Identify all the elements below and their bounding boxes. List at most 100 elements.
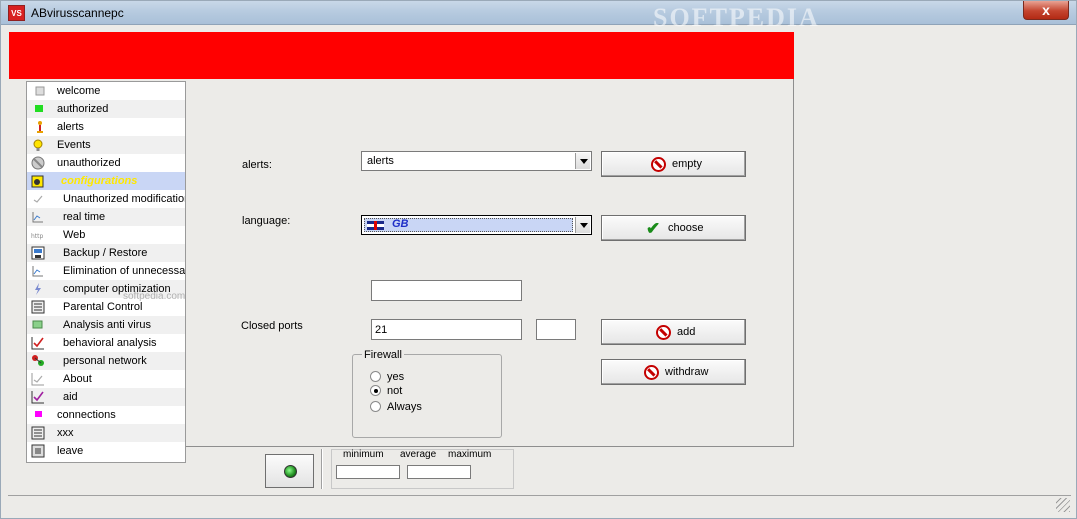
sidebar-item-label: alerts: [57, 121, 84, 133]
sidebar-item-label: personal network: [63, 355, 147, 367]
average-field[interactable]: [407, 465, 471, 479]
sidebar-item-label: welcome: [57, 85, 101, 97]
add-button-label: add: [677, 326, 696, 338]
http-icon: http: [31, 233, 44, 240]
close-button[interactable]: x: [1023, 1, 1069, 20]
alerts-label: alerts:: [242, 159, 272, 171]
no-entry-icon: [651, 157, 666, 172]
sidebar-item-personal-network[interactable]: personal network: [27, 352, 185, 370]
maximum-label: maximum: [448, 449, 492, 460]
closed-ports-value: 21: [375, 324, 388, 336]
app-window: VS ABvirusscannepc SOFTPEDIA x welcome a…: [0, 0, 1077, 519]
no-entry-icon: [656, 325, 671, 340]
sidebar-item-label: unauthorized: [57, 157, 121, 169]
sidebar-item-label: Parental Control: [63, 301, 143, 313]
firewall-radio-yes[interactable]: [370, 371, 381, 382]
sidebar-item-behavioral-analysis[interactable]: behavioral analysis: [27, 334, 185, 352]
sidebar-item-web[interactable]: http Web: [27, 226, 185, 244]
sidebar-item-label: Elimination of unnecessary: [63, 265, 186, 277]
chart-icon: [32, 266, 43, 277]
sidebar-item-unauthorized[interactable]: unauthorized: [27, 154, 185, 172]
language-select[interactable]: GB: [361, 215, 592, 235]
firewall-option-label: Always: [387, 401, 422, 413]
firewall-title: Firewall: [362, 349, 404, 361]
closed-ports-field[interactable]: 21: [371, 319, 522, 340]
sidebar-item-aid[interactable]: aid: [27, 388, 185, 406]
header-banner: [9, 32, 794, 79]
empty-button[interactable]: empty: [601, 151, 746, 177]
no-entry-icon: [644, 365, 659, 380]
sidebar-item-elimination[interactable]: Elimination of unnecessary: [27, 262, 185, 280]
uk-flag-icon: [367, 221, 384, 230]
resize-grip-icon[interactable]: [1056, 498, 1070, 512]
sidebar-item-authorized[interactable]: authorized: [27, 100, 185, 118]
sidebar-item-leave[interactable]: leave: [27, 442, 185, 460]
sidebar-item-label: aid: [63, 391, 78, 403]
magenta-square-icon: [35, 411, 42, 417]
status-indicator-button[interactable]: [265, 454, 314, 488]
lightning-icon: [35, 283, 41, 295]
withdraw-port-button[interactable]: withdraw: [601, 359, 746, 385]
minimum-field[interactable]: [336, 465, 400, 479]
sidebar-item-alerts[interactable]: alerts: [27, 118, 185, 136]
green-box-icon: [32, 320, 43, 329]
svg-text:http: http: [31, 233, 44, 240]
lightbulb-icon: [33, 139, 43, 151]
list-icon: [31, 426, 45, 440]
firewall-radio-always[interactable]: [370, 401, 381, 412]
closed-ports-label: Closed ports: [241, 320, 303, 332]
purple-check-icon: [31, 391, 44, 404]
chevron-down-icon[interactable]: [575, 153, 590, 169]
sidebar-item-label: Web: [63, 229, 86, 241]
chevron-down-icon[interactable]: [575, 217, 590, 233]
choose-button-label: choose: [668, 222, 704, 234]
sidebar-item-label: Analysis anti virus: [63, 319, 152, 331]
firewall-option-label: yes: [387, 371, 405, 383]
sidebar-item-connections[interactable]: connections: [27, 406, 185, 424]
alerts-select[interactable]: alerts: [361, 151, 592, 171]
app-icon: VS: [8, 5, 25, 21]
sidebar-item-label: About: [63, 373, 92, 385]
withdraw-button-label: withdraw: [665, 366, 709, 378]
sidebar-item-analysis-anti-virus[interactable]: Analysis anti virus: [27, 316, 185, 334]
sidebar-item-configurations[interactable]: configurations: [27, 172, 185, 190]
red-check-icon: [31, 337, 44, 350]
chart-icon: [32, 212, 43, 223]
sidebar-item-label: authorized: [57, 103, 109, 115]
empty-button-label: empty: [672, 158, 702, 170]
alert-figure-icon: [37, 121, 43, 133]
checkmark-icon: [33, 195, 43, 203]
sidebar-item-label: xxx: [57, 427, 74, 439]
checkmark-icon: [31, 373, 44, 386]
title-bar[interactable]: VS ABvirusscannepc SOFTPEDIA x: [1, 1, 1076, 32]
status-bar: [8, 495, 1071, 513]
port-extra-field[interactable]: [536, 319, 576, 340]
sidebar-watermark: softpedia.com: [123, 291, 186, 302]
sidebar-item-events[interactable]: Events: [27, 136, 185, 154]
config-icon: [31, 175, 44, 188]
list-icon: [31, 300, 45, 314]
sidebar-nav: welcome authorized alerts Events unautho…: [26, 81, 186, 463]
sidebar-item-label: leave: [57, 445, 84, 457]
sidebar-item-xxx[interactable]: xxx: [27, 424, 185, 442]
window-title: ABvirusscannepc: [31, 6, 124, 20]
add-port-button[interactable]: add: [601, 319, 746, 345]
green-led-icon: [284, 465, 297, 478]
choose-button[interactable]: ✔ choose: [601, 215, 746, 241]
firewall-radio-not[interactable]: [370, 385, 381, 396]
page-icon: [35, 86, 45, 96]
language-label: language:: [242, 215, 291, 227]
port-entry-field[interactable]: [371, 280, 522, 301]
firewall-groupbox: [352, 354, 502, 438]
sidebar-item-unauthorized-modification[interactable]: Unauthorized modification: [27, 190, 185, 208]
sidebar-item-label: behavioral analysis: [63, 337, 157, 349]
sidebar-item-real-time[interactable]: real time: [27, 208, 185, 226]
sidebar-item-label: Events: [57, 139, 91, 151]
firewall-option-label: not: [387, 385, 403, 397]
backup-icon: [31, 246, 45, 260]
sidebar-item-welcome[interactable]: welcome: [27, 82, 185, 100]
language-select-value: GB: [392, 218, 409, 230]
forbidden-circle-icon: [31, 156, 45, 170]
sidebar-item-backup-restore[interactable]: Backup / Restore: [27, 244, 185, 262]
sidebar-item-about[interactable]: About: [27, 370, 185, 388]
